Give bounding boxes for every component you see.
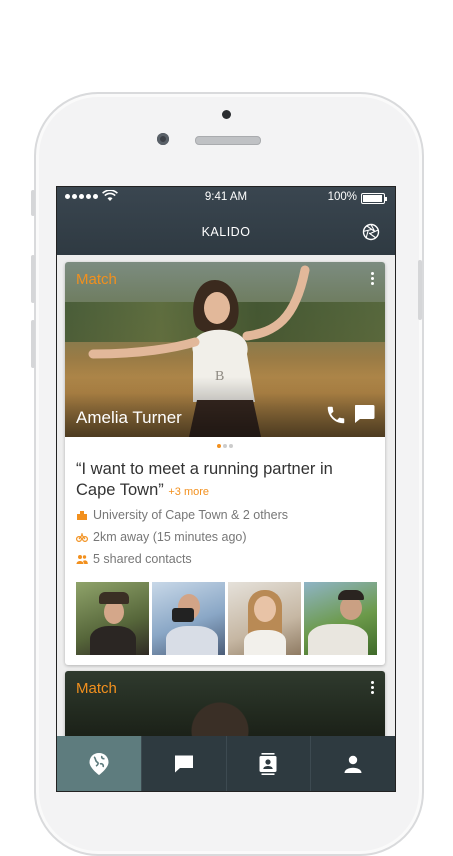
shared-contacts-photos [76, 582, 377, 655]
app-header: 9:41 AM 100% KALIDO [57, 187, 395, 255]
match-card[interactable]: B Match Amelia Turner “I want to meet a … [65, 262, 385, 665]
globe-pin-icon [89, 752, 109, 775]
more-link[interactable]: +3 more [168, 486, 209, 498]
status-bar: 9:41 AM 100% [57, 187, 395, 209]
people-icon [76, 555, 88, 564]
building-icon [77, 511, 87, 520]
contacts-icon [259, 752, 277, 775]
detail-text: University of Cape Town & 2 others [93, 508, 289, 522]
tab-contacts[interactable] [227, 736, 312, 791]
detail-text: 2km away (15 minutes ago) [93, 530, 247, 544]
detail-text: 5 shared contacts [93, 552, 192, 566]
contact-photo[interactable] [304, 582, 377, 655]
more-options-icon[interactable] [371, 272, 375, 287]
front-camera [157, 133, 169, 145]
match-card[interactable]: Match [65, 671, 385, 741]
match-label: Match [76, 680, 117, 697]
more-options-icon[interactable] [371, 681, 375, 696]
aperture-icon[interactable] [362, 223, 380, 241]
tab-messages[interactable] [142, 736, 227, 791]
sensor-dot [222, 110, 231, 119]
match-photo[interactable]: B Match Amelia Turner [65, 262, 385, 437]
page-indicator [65, 444, 385, 448]
screen: 9:41 AM 100% KALIDO B Match Am [56, 186, 396, 792]
tab-discover[interactable] [57, 736, 142, 791]
mute-switch [31, 190, 35, 216]
tab-profile[interactable] [311, 736, 395, 791]
page-dot [217, 444, 221, 448]
chat-icon [174, 755, 193, 772]
volume-down-button [31, 320, 35, 368]
bicycle-icon [76, 533, 88, 542]
page-dot [223, 444, 227, 448]
earpiece-speaker [195, 136, 261, 145]
contact-photo[interactable] [76, 582, 149, 655]
detail-row: University of Cape Town & 2 others [76, 508, 288, 522]
tab-bar [57, 736, 395, 791]
battery-icon [361, 193, 387, 204]
message-icon[interactable] [353, 404, 375, 424]
match-quote: “I want to meet a running partner in Cap… [76, 459, 376, 503]
detail-row: 5 shared contacts [76, 552, 192, 566]
contact-photo[interactable] [228, 582, 301, 655]
contact-photo[interactable] [152, 582, 225, 655]
profile-icon [344, 755, 362, 773]
detail-row: 2km away (15 minutes ago) [76, 530, 247, 544]
volume-up-button [31, 255, 35, 303]
app-title: KALIDO [201, 225, 251, 239]
match-label: Match [76, 271, 117, 288]
battery-percentage: 100% [327, 191, 357, 203]
phone-call-icon[interactable] [325, 404, 347, 426]
match-name: Amelia Turner [76, 408, 182, 427]
power-button [418, 260, 422, 320]
page-dot [229, 444, 233, 448]
